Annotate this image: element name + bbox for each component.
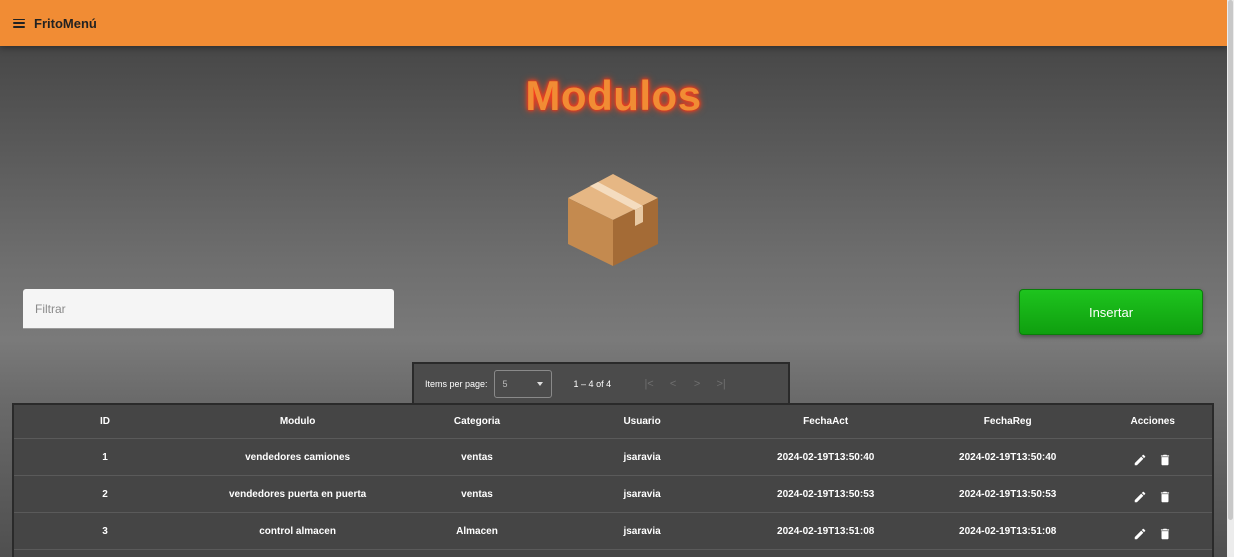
table-row: 3 control almacen Almacen jsaravia 2024-… [14, 512, 1212, 550]
items-per-page-label: Items per page: [425, 379, 488, 389]
page-size-select[interactable]: 5 [493, 370, 552, 398]
pencil-icon[interactable] [1133, 527, 1147, 541]
cell-usuario: jsaravia [554, 438, 730, 476]
filter-input[interactable] [23, 289, 394, 328]
cell-acciones [1093, 438, 1212, 476]
cell-id: 3 [14, 512, 197, 550]
cell-modulo: control almacen [196, 512, 400, 550]
cell-usuario: jsaravia [554, 475, 730, 513]
trash-icon[interactable] [1158, 490, 1172, 504]
filter-field[interactable] [23, 289, 394, 329]
cell-fechaact: 2024-02-19T13:51:08 [729, 512, 922, 550]
page-title: Modulos [525, 72, 702, 119]
app-title[interactable]: FritoMenú [34, 16, 97, 31]
modules-table: ID Modulo Categoria Usuario FechaAct Fec… [12, 403, 1214, 557]
paginator: Items per page: 5 1 – 4 of 4 |< < > >| [412, 362, 790, 404]
cell-fechareg: 2024-02-19T13:51:08 [921, 512, 1094, 550]
trash-icon[interactable] [1158, 527, 1172, 541]
page-scrollbar[interactable] [1227, 0, 1234, 557]
previous-page-icon[interactable]: < [661, 378, 685, 390]
column-header-fechareg[interactable]: FechaReg [921, 405, 1094, 439]
column-header-usuario[interactable]: Usuario [554, 405, 730, 439]
pencil-icon[interactable] [1133, 490, 1147, 504]
cell-id: 2 [14, 475, 197, 513]
cell-id: 1 [14, 438, 197, 476]
trash-icon[interactable] [1158, 453, 1172, 467]
table-header-row: ID Modulo Categoria Usuario FechaAct Fec… [14, 405, 1212, 439]
column-header-acciones: Acciones [1093, 405, 1212, 439]
cell-usuario: jsaravia [554, 512, 730, 550]
cell-modulo: vendedores camiones [196, 438, 400, 476]
cell-categoria: ventas [399, 475, 555, 513]
pencil-icon[interactable] [1133, 453, 1147, 467]
box-icon [568, 174, 658, 266]
top-bar: FritoMenú [0, 0, 1227, 46]
page-range-label: 1 – 4 of 4 [573, 379, 612, 389]
cell-modulo: vendedores puerta en puerta [196, 475, 400, 513]
column-header-modulo[interactable]: Modulo [196, 405, 400, 439]
column-header-id[interactable]: ID [14, 405, 197, 439]
menu-icon[interactable] [13, 18, 25, 28]
next-page-icon[interactable]: > [685, 378, 709, 390]
cell-categoria: ventas [399, 438, 555, 476]
column-header-categoria[interactable]: Categoria [399, 405, 555, 439]
cell-fechareg: 2024-02-19T13:50:53 [921, 475, 1094, 513]
page-nav: |< < > >| [637, 378, 733, 390]
cell-acciones [1093, 475, 1212, 513]
page: FritoMenú Modulos Insertar Items per pag… [0, 0, 1227, 557]
cell-fechaact: 2024-02-19T13:50:53 [729, 475, 922, 513]
scrollbar-thumb[interactable] [1228, 0, 1233, 520]
cell-fechareg: 2024-02-19T13:50:40 [921, 438, 1094, 476]
table-row: 1 vendedores camiones ventas jsaravia 20… [14, 438, 1212, 476]
page-size-value: 5 [502, 379, 508, 389]
insert-button[interactable]: Insertar [1019, 289, 1203, 335]
last-page-icon[interactable]: >| [709, 378, 733, 390]
table-row: 2 vendedores puerta en puerta ventas jsa… [14, 475, 1212, 513]
cell-acciones [1093, 512, 1212, 550]
cell-categoria: Almacen [399, 512, 555, 550]
chevron-down-icon [536, 382, 543, 386]
first-page-icon[interactable]: |< [637, 378, 661, 390]
column-header-fechaact[interactable]: FechaAct [729, 405, 922, 439]
cell-fechaact: 2024-02-19T13:50:40 [729, 438, 922, 476]
